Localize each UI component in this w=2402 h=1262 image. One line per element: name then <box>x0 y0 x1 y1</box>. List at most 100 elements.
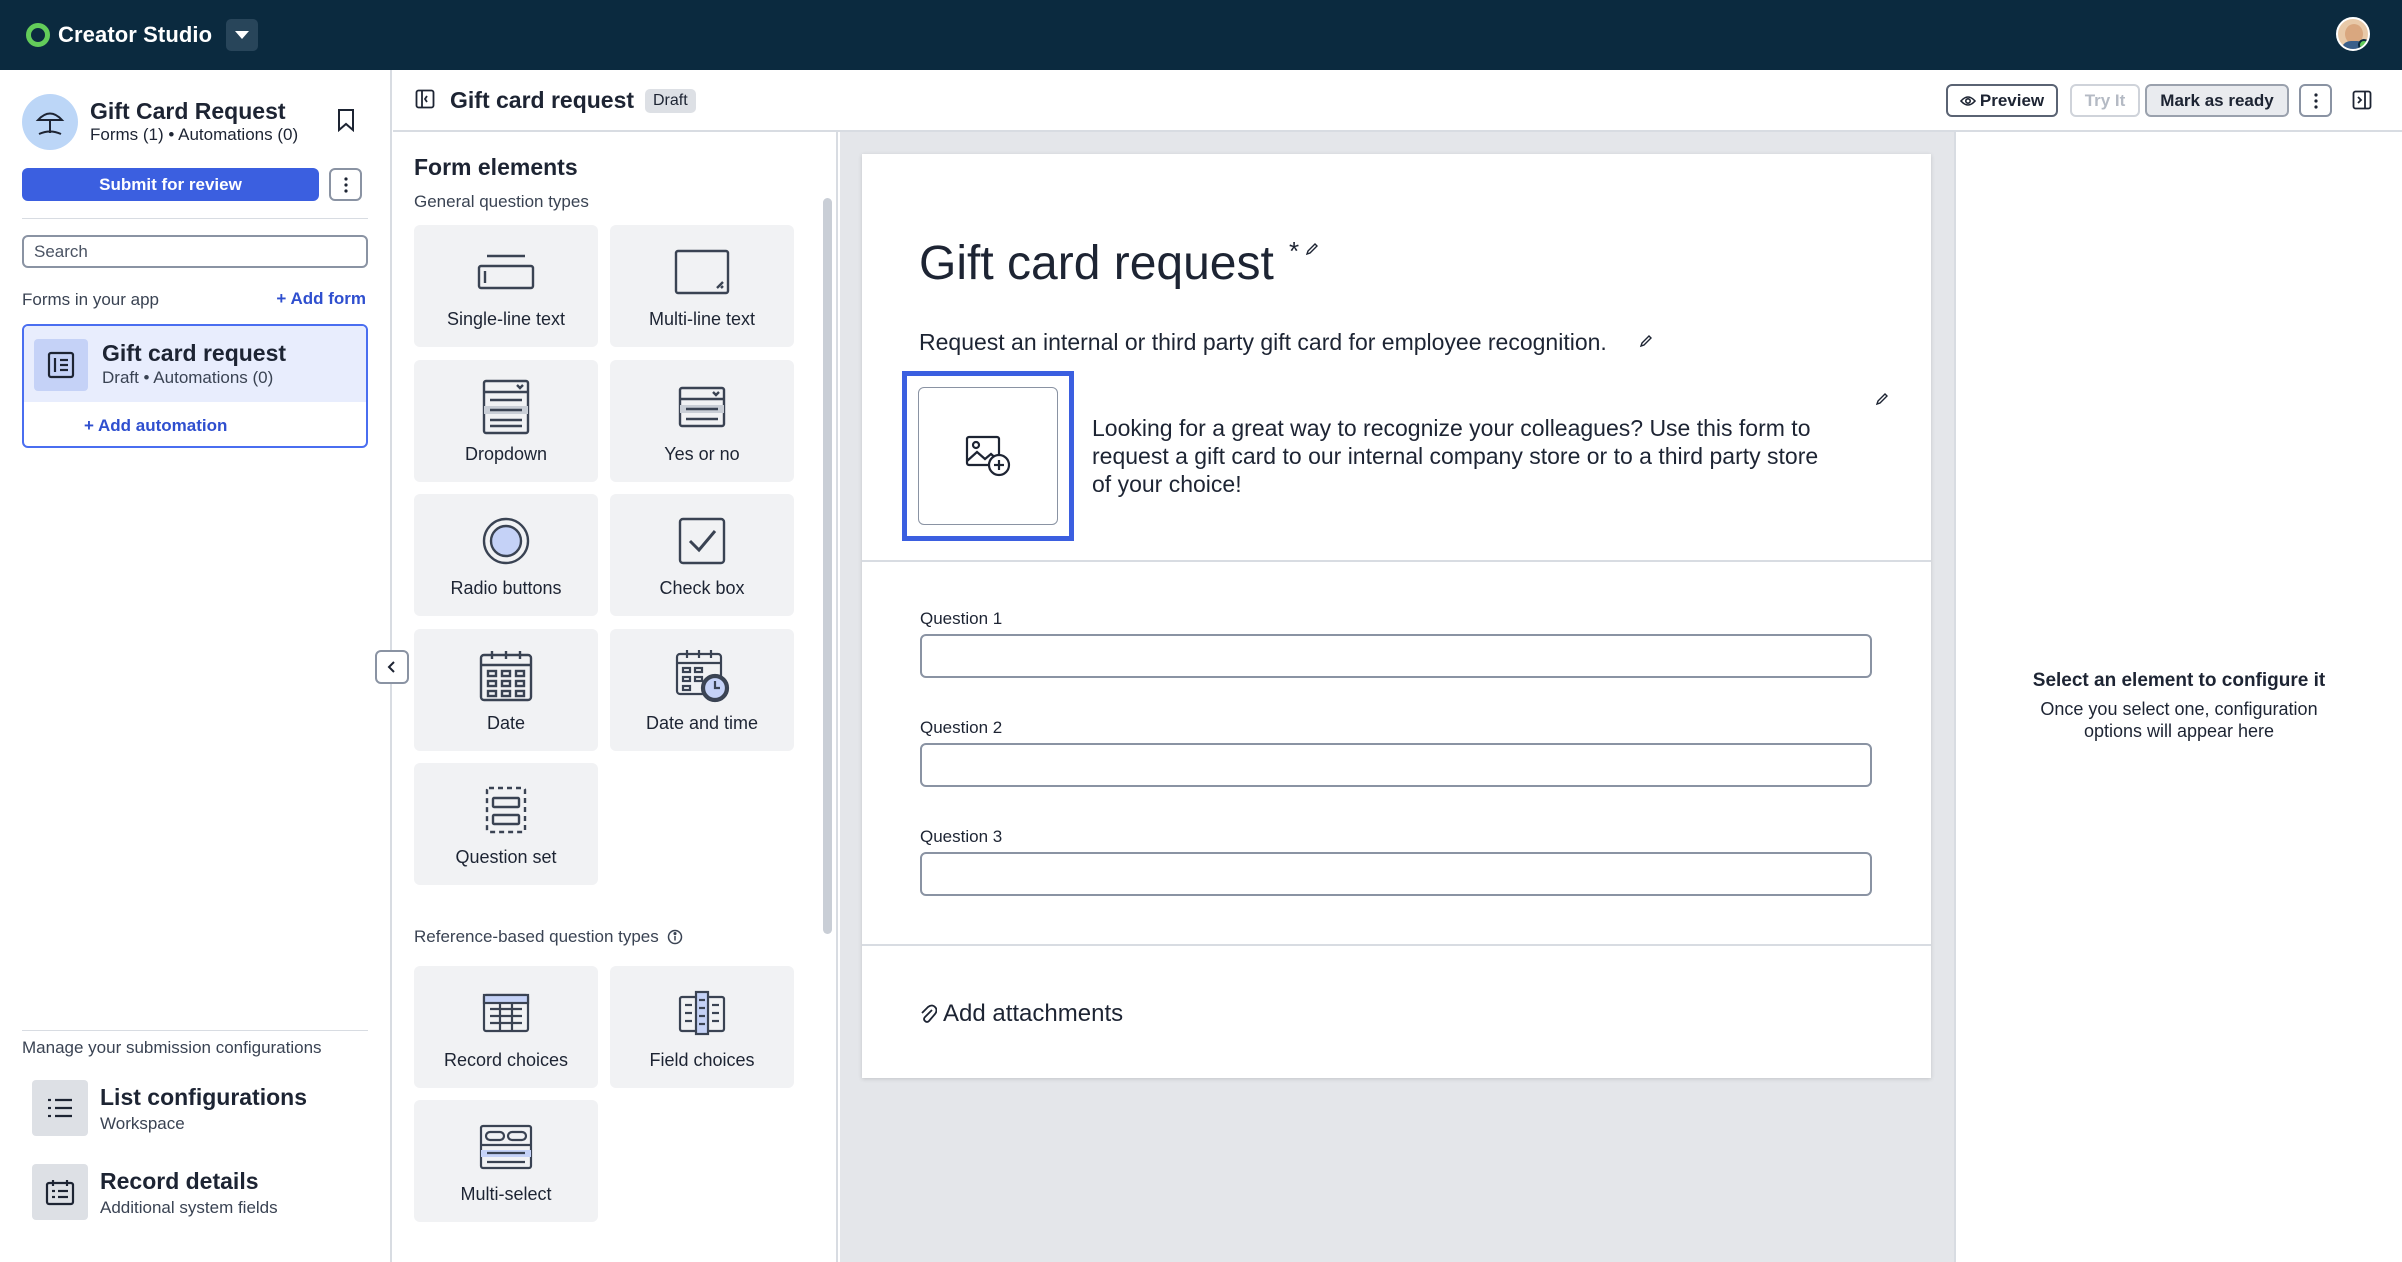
edit-description-pencil-icon[interactable] <box>1639 334 1653 353</box>
form-icon <box>34 339 88 391</box>
add-form-link[interactable]: + Add form <box>276 289 366 309</box>
form-card-title: Gift card request <box>102 340 287 366</box>
config-empty-body: Once you select one, configuration optio… <box>2040 699 2318 741</box>
tile-label: Dropdown <box>464 444 548 464</box>
list-configurations-subtitle: Workspace <box>100 1114 185 1133</box>
element-date[interactable]: Date <box>414 629 598 751</box>
element-single-line-text[interactable]: Single-line text <box>414 225 598 347</box>
paperclip-icon <box>921 1004 937 1023</box>
config-empty-heading: Select an element to configure it <box>2032 670 2326 691</box>
list-configurations-title: List configurations <box>100 1084 307 1110</box>
tile-label: Single-line text <box>446 309 566 329</box>
mark-as-ready-button[interactable]: Mark as ready <box>2145 84 2289 117</box>
question-2-input[interactable] <box>920 743 1872 787</box>
forms-section-label: Forms in your app <box>22 290 159 309</box>
tile-label: Radio buttons <box>450 578 562 598</box>
element-date-and-time[interactable]: Date and time <box>610 629 794 751</box>
top-bar: Creator Studio <box>0 0 2402 70</box>
intro-text[interactable]: Looking for a great way to recognize you… <box>1092 414 1832 498</box>
edit-title-pencil-icon[interactable] <box>1305 242 1319 261</box>
element-multi-select[interactable]: Multi-select <box>414 1100 598 1222</box>
element-multi-line-text[interactable]: Multi-line text <box>610 225 794 347</box>
question-3-label: Question 3 <box>920 827 1003 846</box>
form-card-gift-card-request[interactable]: Gift card request Draft • Automations (0… <box>22 324 368 448</box>
app-sidebar: Gift Card Request Forms (1) • Automation… <box>0 70 392 1262</box>
element-check-box[interactable]: Check box <box>610 494 794 616</box>
configuration-panel: Select an element to configure it Once y… <box>1954 132 2402 1262</box>
tile-label: Multi-select <box>460 1184 552 1204</box>
tile-label: Record choices <box>443 1050 569 1070</box>
record-details-subtitle: Additional system fields <box>100 1198 278 1217</box>
calendar-clock-icon <box>610 647 794 705</box>
question-1-label: Question 1 <box>920 609 1003 628</box>
multi-select-icon <box>414 1118 598 1176</box>
app-subtitle: Forms (1) • Automations (0) <box>90 125 299 144</box>
calendar-icon <box>414 647 598 705</box>
try-it-button[interactable]: Try It <box>2070 84 2140 117</box>
yes-or-no-icon <box>610 378 794 436</box>
dropdown-icon <box>414 378 598 436</box>
tile-label: Field choices <box>649 1050 755 1070</box>
radio-button-icon <box>414 512 598 570</box>
collapse-sidebar-button[interactable] <box>375 650 409 684</box>
bookmark-icon[interactable] <box>337 108 355 137</box>
form-description[interactable]: Request an internal or third party gift … <box>919 329 1607 356</box>
record-choices-icon <box>414 984 598 1042</box>
image-upload-selected[interactable] <box>902 371 1074 541</box>
tile-label: Question set <box>455 847 557 867</box>
add-attachments-button[interactable]: Add attachments <box>919 1000 1123 1028</box>
form-card-subtitle: Draft • Automations (0) <box>102 368 274 387</box>
add-automation-link[interactable]: + Add automation <box>84 416 227 436</box>
divider <box>22 1030 368 1031</box>
add-image-icon[interactable] <box>918 387 1058 525</box>
elements-scrollbar[interactable] <box>823 198 832 934</box>
tile-label: Yes or no <box>664 444 740 464</box>
element-record-choices[interactable]: Record choices <box>414 966 598 1088</box>
tile-label: Multi-line text <box>648 309 756 329</box>
info-icon[interactable] <box>667 929 683 945</box>
app-switcher-dropdown[interactable] <box>226 19 259 51</box>
submit-for-review-button[interactable]: Submit for review <box>22 168 319 201</box>
element-field-choices[interactable]: Field choices <box>610 966 794 1088</box>
preview-button[interactable]: Preview <box>1946 84 2058 117</box>
panel-toggle-icon[interactable] <box>415 89 435 114</box>
question-1-input[interactable] <box>920 634 1872 678</box>
collapse-right-panel-icon[interactable] <box>2352 90 2372 115</box>
checkbox-icon <box>610 512 794 570</box>
tile-label: Date <box>486 713 526 733</box>
brand[interactable]: Creator Studio <box>26 19 259 51</box>
element-yes-or-no[interactable]: Yes or no <box>610 360 794 482</box>
tile-label: Check box <box>659 578 745 598</box>
general-question-types-label: General question types <box>414 192 589 211</box>
form-title[interactable]: Gift card request <box>919 236 1274 291</box>
tile-label: Date and time <box>645 713 759 733</box>
user-avatar[interactable] <box>2336 17 2370 51</box>
page-title: Gift card request <box>450 87 635 113</box>
list-configurations-item[interactable]: List configurations Workspace <box>32 1078 372 1138</box>
kebab-icon <box>343 176 348 193</box>
app-title: Gift Card Request <box>90 98 286 124</box>
question-3-input[interactable] <box>920 852 1872 896</box>
form-preview-card: Gift card request * Request an internal … <box>862 154 1931 1078</box>
list-icon <box>32 1080 88 1136</box>
record-details-item[interactable]: Record details Additional system fields <box>32 1162 372 1222</box>
required-mark: * <box>1289 236 1300 266</box>
element-question-set[interactable]: Question set <box>414 763 598 885</box>
header-more-button[interactable] <box>2299 84 2332 117</box>
eye-icon <box>1959 95 1976 106</box>
form-elements-title: Form elements <box>414 154 578 180</box>
app-more-button[interactable] <box>329 168 362 201</box>
app-name: Creator Studio <box>58 22 213 47</box>
beach-umbrella-icon <box>22 94 78 150</box>
form-canvas: Gift card request * Request an internal … <box>840 132 1954 1262</box>
app-header: Gift Card Request Forms (1) • Automation… <box>22 94 382 152</box>
multi-line-text-icon <box>610 243 794 301</box>
element-dropdown[interactable]: Dropdown <box>414 360 598 482</box>
creator-studio-logo-icon <box>26 23 50 47</box>
search-input[interactable]: Search <box>22 235 368 268</box>
chevron-down-icon <box>235 31 250 39</box>
edit-intro-pencil-icon[interactable] <box>1875 392 1889 411</box>
section-divider <box>862 944 1931 946</box>
record-details-title: Record details <box>100 1168 259 1194</box>
element-radio-buttons[interactable]: Radio buttons <box>414 494 598 616</box>
